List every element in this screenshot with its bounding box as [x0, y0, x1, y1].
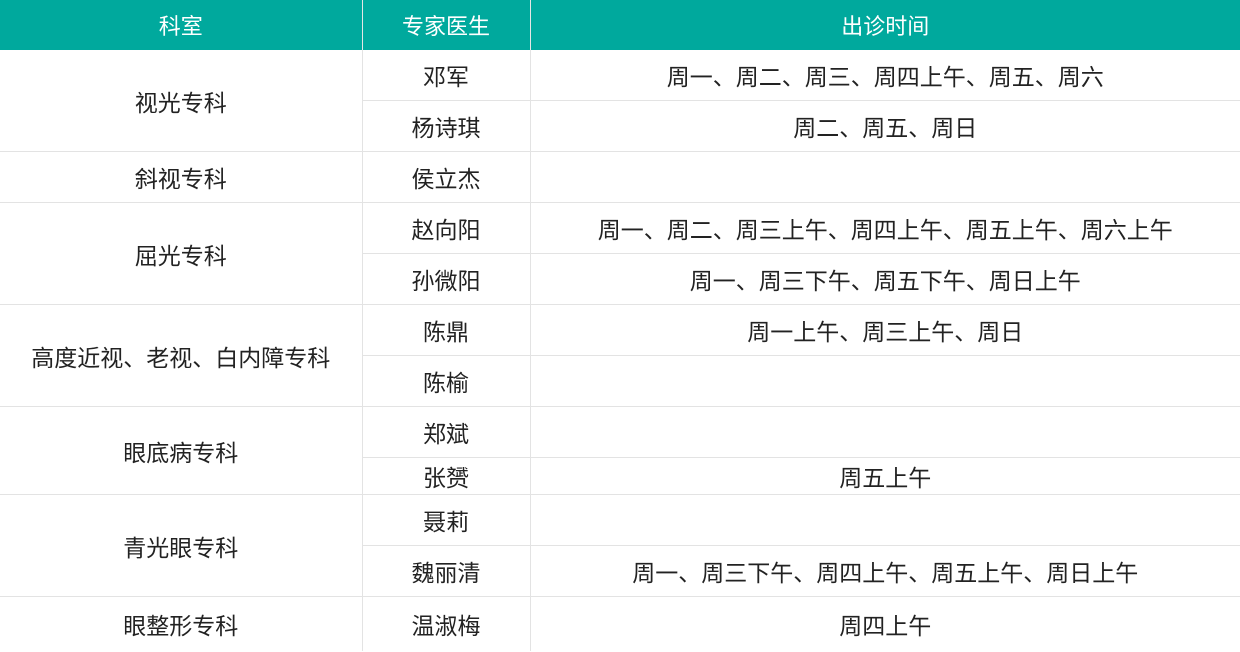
- table-row: 青光眼专科 聂莉: [0, 494, 1240, 597]
- header-doctor: 专家医生: [362, 0, 531, 50]
- department-cell: 青光眼专科: [0, 494, 363, 597]
- time-cell: 周一、周三下午、周四上午、周五上午、周日上午: [530, 545, 1240, 597]
- table-row: 高度近视、老视、白内障专科 陈鼎 周一上午、周三上午、周日: [0, 304, 1240, 407]
- department-cell: 视光专科: [0, 50, 363, 152]
- time-cell: 周一、周三下午、周五下午、周日上午: [530, 253, 1240, 305]
- department-cell: 屈光专科: [0, 202, 363, 305]
- doctor-cell: 魏丽清: [362, 545, 531, 597]
- table-row: 斜视专科 侯立杰: [0, 151, 1240, 203]
- header-row: 科室 专家医生 出诊时间: [0, 0, 1240, 50]
- time-cell: [530, 355, 1240, 407]
- header-time: 出诊时间: [530, 0, 1240, 50]
- time-cell: [530, 151, 1240, 203]
- schedule-table: 科室 专家医生 出诊时间 视光专科 邓军 周一、周二、周三、周四上午、周五、周六…: [0, 0, 1240, 651]
- doctor-cell: 赵向阳: [362, 202, 531, 254]
- time-cell: 周一、周二、周三上午、周四上午、周五上午、周六上午: [530, 202, 1240, 254]
- table-body: 视光专科 邓军 周一、周二、周三、周四上午、周五、周六 杨诗琪 周二、周五、周日…: [0, 50, 1240, 651]
- table-row: 眼整形专科 温淑梅 周四上午: [0, 596, 1240, 651]
- time-cell: [530, 406, 1240, 458]
- table-header: 科室 专家医生 出诊时间: [0, 0, 1240, 50]
- doctor-cell: 杨诗琪: [362, 100, 531, 152]
- doctor-cell: 温淑梅: [362, 596, 531, 651]
- time-cell: 周一上午、周三上午、周日: [530, 304, 1240, 356]
- doctor-cell: 侯立杰: [362, 151, 531, 203]
- department-cell: 斜视专科: [0, 151, 363, 203]
- table-row: 眼底病专科 郑斌: [0, 406, 1240, 495]
- department-cell: 眼底病专科: [0, 406, 363, 495]
- doctor-cell: 孙微阳: [362, 253, 531, 305]
- doctor-cell: 陈榆: [362, 355, 531, 407]
- table-row: 视光专科 邓军 周一、周二、周三、周四上午、周五、周六: [0, 50, 1240, 152]
- doctor-cell: 张赟: [362, 457, 531, 495]
- department-cell: 高度近视、老视、白内障专科: [0, 304, 363, 407]
- doctor-cell: 陈鼎: [362, 304, 531, 356]
- doctor-cell: 聂莉: [362, 494, 531, 546]
- time-cell: 周一、周二、周三、周四上午、周五、周六: [530, 50, 1240, 101]
- doctor-cell: 郑斌: [362, 406, 531, 458]
- time-cell: 周四上午: [839, 614, 932, 640]
- time-cell: 周五上午: [530, 457, 1240, 495]
- doctor-cell: 邓军: [362, 50, 531, 101]
- header-department: 科室: [0, 0, 363, 50]
- table-row: 屈光专科 赵向阳 周一、周二、周三上午、周四上午、周五上午、周六上午: [0, 202, 1240, 305]
- time-cell: [530, 494, 1240, 546]
- department-cell: 眼整形专科: [0, 596, 363, 651]
- time-cell: 周二、周五、周日: [530, 100, 1240, 152]
